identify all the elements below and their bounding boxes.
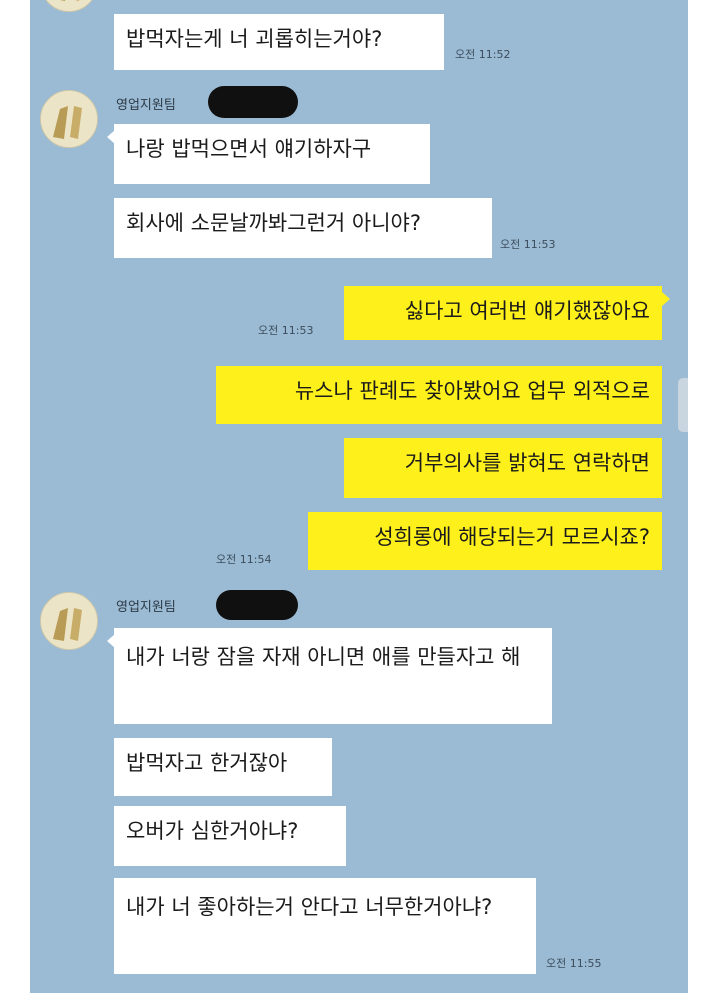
message-text: 내가 너랑 잠을 자재 아니면 애를 만들자고 해 [126,645,521,669]
message-time: 오전 11:52 [455,48,511,61]
chat-window[interactable]: 밥먹자는게 너 괴롭히는거야? 오전 11:52 영업지원팀 나랑 밥먹으면서 … [30,0,688,993]
message-bubble-sent[interactable]: 뉴스나 판례도 찾아봤어요 업무 외적으로 [216,366,662,424]
message-time: 오전 11:54 [216,553,272,566]
message-text: 뉴스나 판례도 찾아봤어요 업무 외적으로 [294,379,650,403]
bubble-tail [662,292,670,306]
message-text: 내가 너 좋아하는거 안다고 너무한거아냐? [126,895,493,919]
redacted-name-mark [216,590,298,620]
message-bubble-received[interactable]: 밥먹자는게 너 괴롭히는거야? [114,14,444,70]
message-time: 오전 11:53 [258,324,314,337]
message-text: 싫다고 여러번 얘기했잖아요 [404,299,650,323]
message-time: 오전 11:55 [546,957,602,970]
message-text: 밥먹자는게 너 괴롭히는거야? [126,27,383,51]
message-text: 성희롱에 해당되는거 모르시죠? [374,525,650,549]
message-text: 나랑 밥먹으면서 얘기하자구 [126,137,372,161]
sender-name: 영업지원팀 [116,600,176,615]
message-bubble-received[interactable]: 내가 너 좋아하는거 안다고 너무한거아냐? [114,878,536,974]
message-bubble-received[interactable]: 밥먹자고 한거잖아 [114,738,332,796]
avatar[interactable] [40,592,98,650]
sender-name: 영업지원팀 [116,98,176,113]
message-text: 거부의사를 밝혀도 연락하면 [404,451,650,475]
message-bubble-sent[interactable]: 거부의사를 밝혀도 연락하면 [344,438,662,498]
message-bubble-received[interactable]: 오버가 심한거아냐? [114,806,346,866]
scrollbar-thumb[interactable] [678,378,688,432]
message-bubble-received[interactable]: 회사에 소문날까봐그런거 아니야? [114,198,492,258]
message-bubble-sent[interactable]: 싫다고 여러번 얘기했잖아요 [344,286,662,340]
message-bubble-received[interactable]: 내가 너랑 잠을 자재 아니면 애를 만들자고 해 [114,628,552,724]
message-text: 밥먹자고 한거잖아 [126,751,288,775]
message-text: 오버가 심한거아냐? [126,819,299,843]
redacted-name-mark [208,86,298,118]
avatar[interactable] [40,0,98,12]
message-time: 오전 11:53 [500,238,556,251]
message-text: 회사에 소문날까봐그런거 아니야? [126,211,421,235]
avatar[interactable] [40,90,98,148]
message-bubble-sent[interactable]: 성희롱에 해당되는거 모르시죠? [308,512,662,570]
message-bubble-received[interactable]: 나랑 밥먹으면서 얘기하자구 [114,124,430,184]
